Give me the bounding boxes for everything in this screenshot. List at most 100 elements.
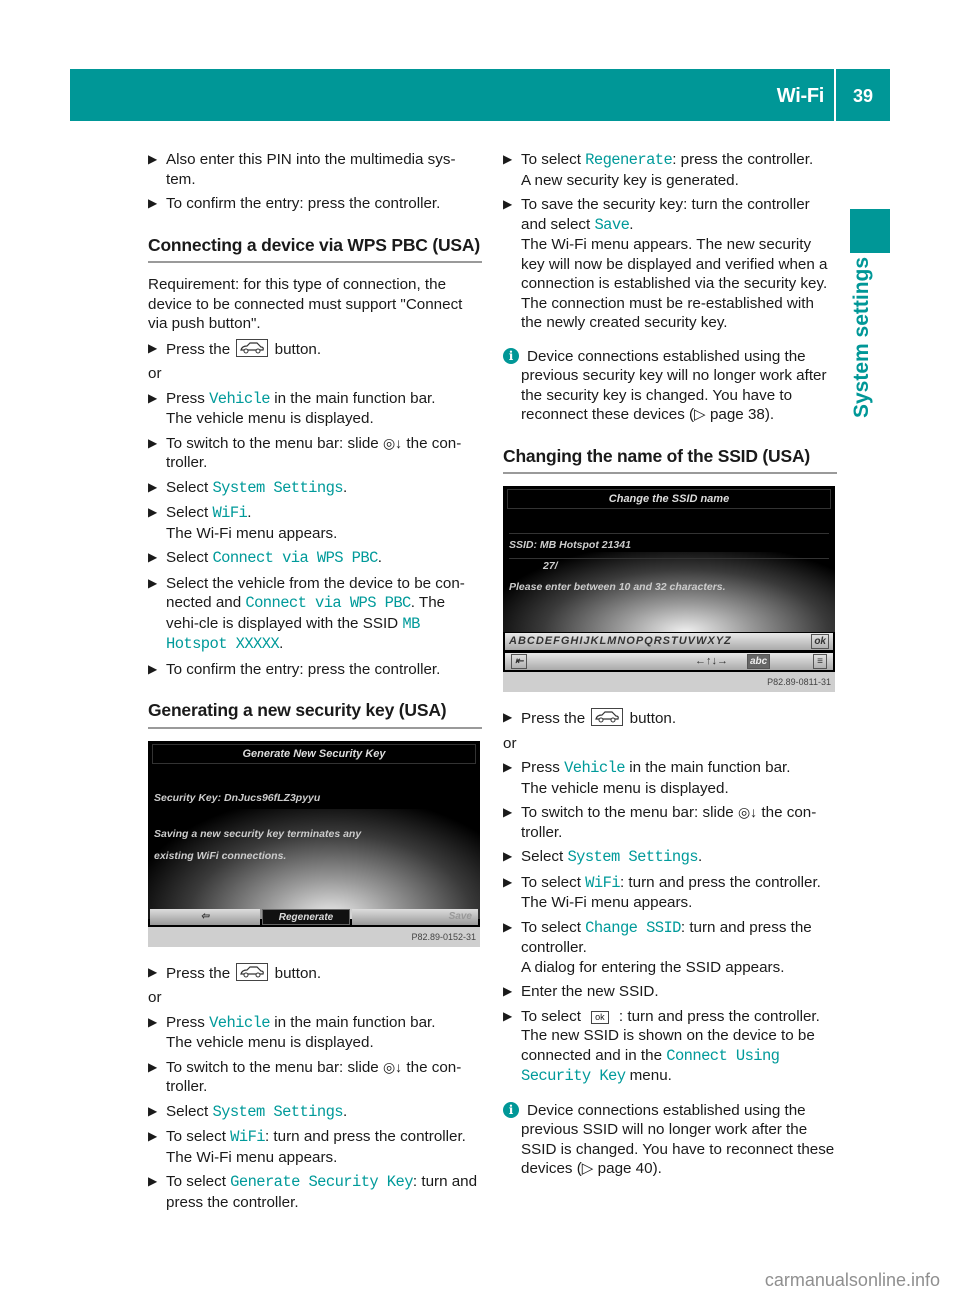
side-tab-label: System settings xyxy=(850,256,873,418)
ui-term: WiFi xyxy=(585,873,620,892)
section-heading: Changing the name of the SSID (USA) xyxy=(503,446,837,474)
header-bar: Wi-Fi xyxy=(70,69,834,121)
bullet-arrow-icon: ▶ xyxy=(148,550,158,564)
ssid-line: SSID: MB Hotspot 21341 xyxy=(509,533,829,559)
step: ▶ To switch to the menu bar: slide ◎↓ th… xyxy=(503,804,817,841)
bullet-arrow-icon: ▶ xyxy=(503,760,513,774)
ui-term: Connect via WPS PBC xyxy=(212,549,378,567)
step: ▶ Press Vehicle in the main function bar… xyxy=(148,1013,436,1052)
controller-slide-down-icon: ◎↓ xyxy=(737,804,758,820)
side-tab: System settings xyxy=(846,257,886,422)
step: ▶ Select System Settings. xyxy=(503,848,703,866)
step: ▶ Enter the new SSID. xyxy=(503,983,659,1000)
step: ▶ To select Generate Security Key: turn … xyxy=(148,1173,478,1211)
figure-code: P82.89-0811-31 xyxy=(503,672,835,692)
save-button[interactable]: Save xyxy=(352,908,478,925)
bullet-arrow-icon: ▶ xyxy=(503,919,513,934)
bullet-arrow-icon: ▶ xyxy=(503,197,513,211)
or-text: or xyxy=(503,734,517,752)
bullet-arrow-icon: ▶ xyxy=(148,1014,158,1029)
info-icon: i xyxy=(503,347,519,364)
side-tab-marker xyxy=(850,209,890,253)
info-note: i Device connections established using t… xyxy=(503,347,837,425)
step: ▶ Select Connect via WPS PBC. xyxy=(148,549,383,567)
ok-key[interactable]: ok xyxy=(811,634,829,649)
step: ▶ Also enter this PIN into the multimedi… xyxy=(148,150,482,189)
section-heading: Generating a new security key (USA) xyxy=(148,700,482,729)
bullet-arrow-icon: ▶ xyxy=(503,984,513,998)
step: ▶ Press Vehicle in the main function bar… xyxy=(503,759,791,797)
ui-term: Vehicle xyxy=(564,759,626,777)
right-column: ▶ To select Regenerate: press the contro… xyxy=(503,150,837,1184)
settings-key-icon[interactable]: ≡ xyxy=(813,654,827,669)
ui-term: WiFi xyxy=(212,504,248,522)
abc-key[interactable]: abc xyxy=(747,654,771,669)
step: ▶ Press Vehicle in the main function bar… xyxy=(148,389,436,428)
keyboard-letters[interactable]: ABCDEFGHIJKLMNOPQRSTUVWXYZ xyxy=(505,635,732,647)
regenerate-button[interactable]: Regenerate xyxy=(262,908,350,925)
step: ▶ Select System Settings. xyxy=(148,478,348,497)
info-note: i Device connections established using t… xyxy=(503,1101,837,1179)
vehicle-button-icon xyxy=(236,338,269,357)
bullet-arrow-icon: ▶ xyxy=(503,1008,513,1023)
left-column: ▶ Also enter this PIN into the multimedi… xyxy=(148,150,482,1217)
page-number: 39 xyxy=(852,86,874,106)
bullet-arrow-icon: ▶ xyxy=(148,152,158,166)
ui-term: Vehicle xyxy=(209,389,271,408)
step: ▶ Press the button. xyxy=(503,708,677,727)
controller-slide-down-icon: ◎↓ xyxy=(382,434,403,451)
page-number-box: 39 xyxy=(836,69,890,121)
ok-key-icon: ok xyxy=(591,1010,609,1024)
bullet-arrow-icon: ▶ xyxy=(503,710,513,724)
step: ▶ Press the button. xyxy=(148,338,322,358)
security-key-line: Security Key: DnJucs96fLZ3pyyu xyxy=(154,791,321,804)
step: ▶ To switch to the menu bar: slide ◎↓ th… xyxy=(148,434,462,472)
back-button[interactable]: ⇦ xyxy=(150,908,260,925)
vehicle-button-icon xyxy=(591,708,624,726)
bullet-arrow-icon: ▶ xyxy=(148,1059,158,1074)
ui-term: Connect via WPS PBC xyxy=(245,594,411,612)
controller-slide-down-icon: ◎↓ xyxy=(382,1058,403,1075)
screen-title: Generate New Security Key xyxy=(152,743,476,764)
bullet-arrow-icon: ▶ xyxy=(148,964,158,979)
bullet-arrow-icon: ▶ xyxy=(503,849,513,863)
ui-term: System Settings xyxy=(212,478,343,497)
requirement-text: Requirement: for this type of connection… xyxy=(148,276,463,332)
bullet-arrow-icon: ▶ xyxy=(148,575,158,590)
cursor-arrows-icon[interactable]: ←↑↓→ xyxy=(695,653,728,670)
ssid-screenshot: Change the SSID name SSID: MB Hotspot 21… xyxy=(503,486,835,692)
bullet-arrow-icon: ▶ xyxy=(148,1103,158,1118)
step: ▶ To switch to the menu bar: slide ◎↓ th… xyxy=(148,1058,462,1096)
section-title: Wi-Fi xyxy=(776,85,825,107)
keyboard-controls-row: ⇤ ←↑↓→ abc ≡ xyxy=(505,653,833,670)
bullet-arrow-icon: ▶ xyxy=(148,1174,158,1188)
hint-line: Please enter between 10 and 32 character… xyxy=(509,581,726,593)
warning-line: Saving a new security key terminates any xyxy=(154,827,362,840)
step: ▶ Select System Settings. xyxy=(148,1102,348,1121)
figure-code: P82.89-0152-31 xyxy=(148,926,480,947)
ui-term: WiFi xyxy=(230,1128,265,1146)
step: ▶ To select Regenerate: press the contro… xyxy=(503,151,814,189)
warning-line: existing WiFi connections. xyxy=(154,849,287,862)
char-count: 27/ xyxy=(543,560,558,572)
bullet-arrow-icon: ▶ xyxy=(148,390,158,405)
bullet-arrow-icon: ▶ xyxy=(148,479,158,494)
step-text: Also enter this PIN into the multimedia … xyxy=(166,151,456,188)
bullet-arrow-icon: ▶ xyxy=(503,152,513,166)
ui-term: System Settings xyxy=(567,848,698,866)
keyboard-letters-row[interactable]: ABCDEFGHIJKLMNOPQRSTUVWXYZ ok xyxy=(505,633,833,650)
bullet-arrow-icon: ▶ xyxy=(503,874,513,889)
or-text: or xyxy=(148,989,162,1006)
bullet-arrow-icon: ▶ xyxy=(148,1129,158,1143)
watermark: carmanualsonline.info xyxy=(764,1270,940,1290)
vehicle-button-icon xyxy=(236,962,269,981)
back-key-icon[interactable]: ⇤ xyxy=(511,654,528,669)
or-text: or xyxy=(148,365,162,382)
bullet-arrow-icon: ▶ xyxy=(148,196,158,210)
bullet-arrow-icon: ▶ xyxy=(503,805,513,819)
step: ▶ To save the security key: turn the con… xyxy=(503,196,828,331)
step: ▶ To confirm the entry: press the contro… xyxy=(148,194,482,214)
step: ▶ To select ok : turn and press the cont… xyxy=(503,1007,820,1086)
bullet-arrow-icon: ▶ xyxy=(148,661,158,676)
ui-term: System Settings xyxy=(212,1102,343,1121)
